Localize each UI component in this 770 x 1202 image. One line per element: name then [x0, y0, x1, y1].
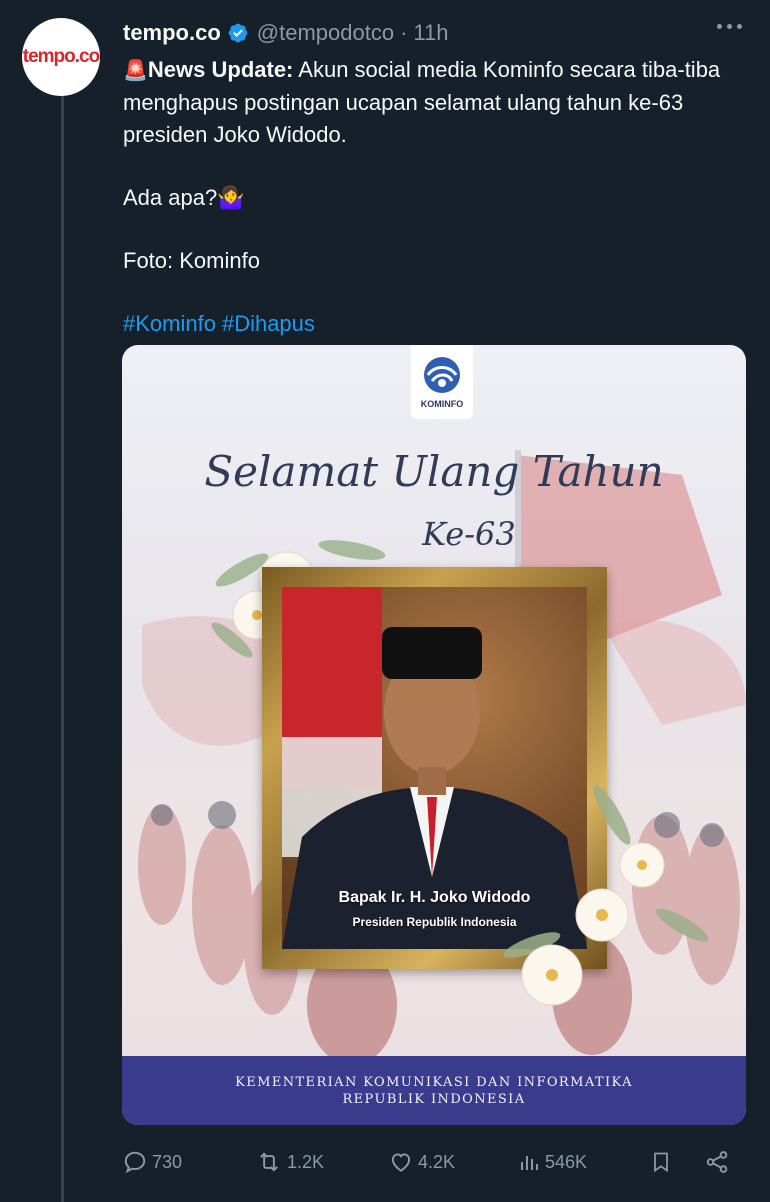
views-count: 546K — [545, 1151, 588, 1172]
bookmark-icon — [654, 1152, 668, 1173]
photo-credit: Foto: Kominfo — [123, 248, 260, 273]
more-dot — [727, 24, 732, 29]
timestamp[interactable]: 11h — [413, 20, 448, 46]
flower-decoration-bottom — [503, 785, 709, 1006]
views-button[interactable]: 546K — [517, 1145, 587, 1179]
repost-button[interactable]: 1.2K — [255, 1145, 324, 1179]
reply-count: 730 — [152, 1151, 183, 1172]
like-button[interactable]: 4.2K — [388, 1145, 455, 1179]
avatar[interactable]: tempo.co — [22, 18, 100, 96]
kominfo-emblem-icon — [424, 357, 460, 393]
display-name[interactable]: tempo.co — [123, 20, 221, 46]
siren-emoji: 🚨 — [123, 60, 148, 82]
thread-line — [61, 92, 64, 1202]
share-icon — [706, 1151, 728, 1173]
footer-line-2: REPUBLIK INDONESIA — [342, 1091, 526, 1107]
tweet-media-image[interactable]: KOMINFO Selamat Ulang Tahun Ke-63 Bapak … — [122, 345, 746, 1125]
hashtag-dihapus[interactable]: #Dihapus — [222, 311, 315, 336]
hashtag-kominfo[interactable]: #Kominfo — [123, 311, 216, 336]
kominfo-label: KOMINFO — [420, 399, 464, 409]
reply-icon — [124, 1151, 146, 1174]
avatar-logo-text: tempo.co — [22, 46, 100, 67]
tweet-actions: 730 1.2K 4.2K 546K — [122, 1145, 742, 1179]
verified-badge-icon — [228, 23, 248, 43]
kominfo-logo: KOMINFO — [411, 345, 473, 419]
like-count: 4.2K — [418, 1151, 456, 1172]
like-icon — [391, 1153, 411, 1172]
repost-icon — [260, 1152, 278, 1172]
more-icon[interactable] — [717, 24, 742, 29]
news-update-label: News Update: — [147, 57, 294, 82]
hashtags: #Kominfo #Dihapus — [123, 308, 743, 340]
tweet-text: 🚨News Update: Akun social media Kominfo … — [123, 54, 743, 340]
footer-line-1: KEMENTERIAN KOMUNIKASI DAN INFORMATIKA — [235, 1074, 633, 1090]
handle[interactable]: @tempodotco — [257, 20, 394, 46]
bookmark-button[interactable] — [649, 1145, 673, 1179]
media-footer-band: KEMENTERIAN KOMUNIKASI DAN INFORMATIKA R… — [122, 1056, 746, 1125]
more-dot — [717, 24, 722, 29]
share-button[interactable] — [704, 1145, 730, 1179]
more-dot — [737, 24, 742, 29]
repost-count: 1.2K — [287, 1151, 325, 1172]
tweet-lead: 🚨News Update: Akun social media Kominfo … — [123, 54, 743, 151]
question-line: Ada apa?🤷‍♀️ — [123, 185, 245, 210]
reply-button[interactable]: 730 — [122, 1145, 182, 1179]
views-icon — [521, 1156, 538, 1170]
separator-dot: · — [400, 20, 408, 45]
tweet-header: tempo.co @tempodotco · 11h — [123, 16, 750, 50]
greeting-title: Selamat Ulang Tahun — [204, 447, 664, 496]
